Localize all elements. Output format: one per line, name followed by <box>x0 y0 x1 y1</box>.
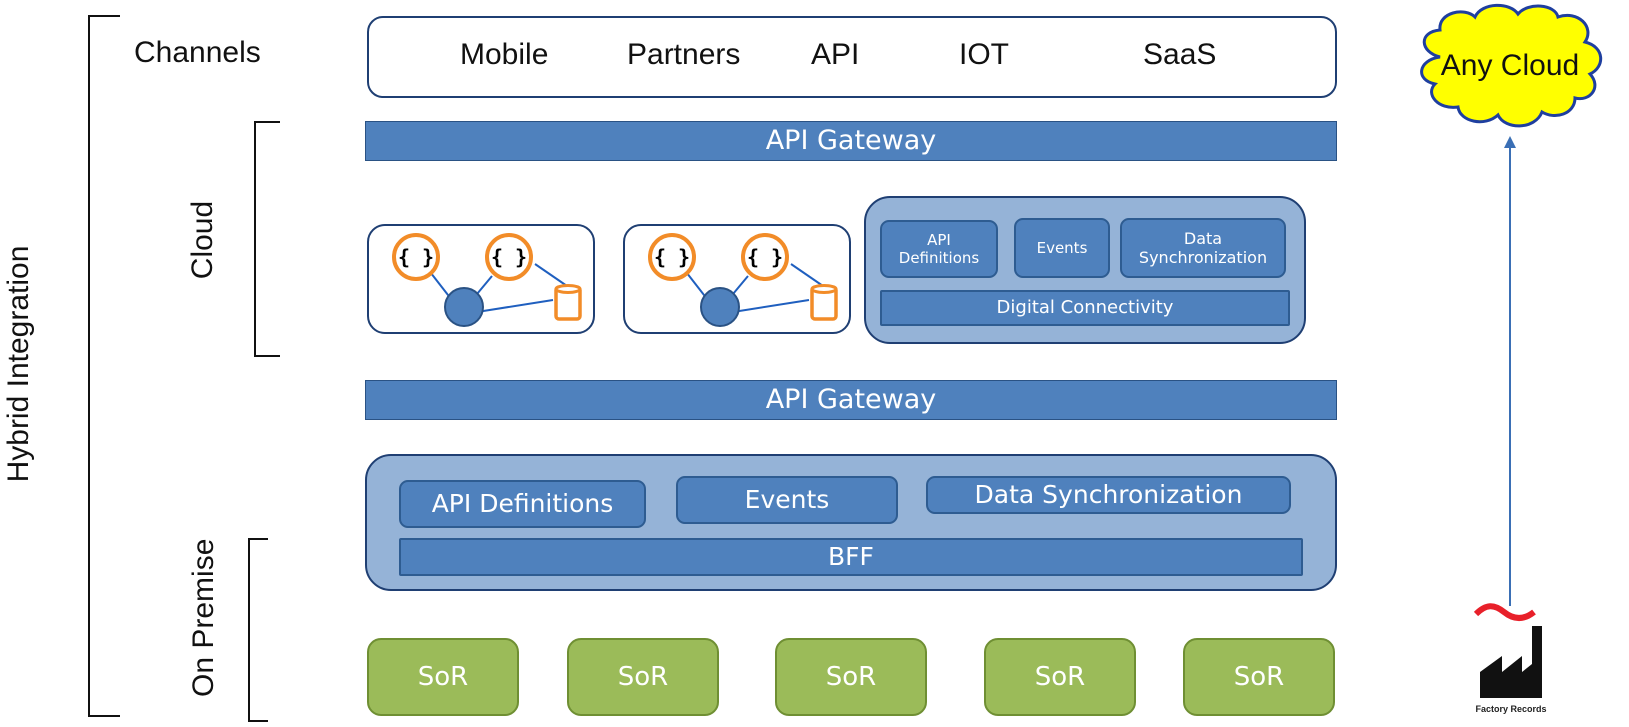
bff-panel: API Definitions Events Data Synchronizat… <box>365 454 1337 591</box>
any-cloud-label: Any Cloud <box>1441 49 1579 82</box>
tile-data-synchronization-label: Data Synchronization <box>974 480 1243 509</box>
code-node-label: { } <box>398 245 434 269</box>
upload-arrow <box>1504 136 1516 606</box>
sor-box-1: SoR <box>367 638 519 716</box>
channel-partners: Partners <box>627 38 741 71</box>
channel-iot: IOT <box>959 38 1009 71</box>
sor-box-2: SoR <box>567 638 719 716</box>
api-gateway-onprem-label: API Gateway <box>765 384 937 415</box>
cloud-bracket <box>254 121 280 357</box>
tile-api-definitions-cloud: API Definitions <box>880 220 998 278</box>
code-node-label: { } <box>654 245 690 269</box>
sor-box-5: SoR <box>1183 638 1335 716</box>
channel-mobile: Mobile <box>460 38 549 71</box>
any-cloud-icon: Any Cloud <box>1420 3 1603 128</box>
on-premise-label: On Premise <box>187 538 220 697</box>
database-icon <box>554 284 582 321</box>
sor-label: SoR <box>417 662 469 692</box>
factory-icon: Factory Records <box>1473 603 1547 714</box>
sor-label: SoR <box>1233 662 1285 692</box>
digital-connectivity-panel: API Definitions Events Data Synchronizat… <box>864 196 1306 344</box>
tile-events-label: Events <box>744 485 830 514</box>
tile-events-cloud-label: Events <box>1036 239 1088 257</box>
service-node-icon <box>700 287 740 327</box>
database-icon <box>810 284 838 321</box>
bff-bar: BFF <box>399 538 1303 576</box>
tile-data-sync-cloud: Data Synchronization <box>1120 218 1286 278</box>
microservice-graph-1: { } { } <box>392 233 582 327</box>
factory-caption: Factory Records <box>1475 704 1546 714</box>
tile-api-definitions-cloud-label: API Definitions <box>898 231 980 267</box>
code-node-label: { } <box>747 245 783 269</box>
tile-api-definitions: API Definitions <box>399 480 646 528</box>
channels-box: Mobile Partners API IOT SaaS <box>367 16 1337 98</box>
hybrid-integration-bracket <box>88 15 120 717</box>
tile-data-sync-cloud-label: Data Synchronization <box>1138 228 1268 267</box>
bff-label: BFF <box>828 542 874 571</box>
channel-api: API <box>811 38 860 71</box>
tile-events-cloud: Events <box>1014 218 1110 278</box>
service-node-icon <box>444 287 484 327</box>
sor-box-4: SoR <box>984 638 1136 716</box>
api-gateway-onprem: API Gateway <box>365 380 1337 420</box>
code-node-label: { } <box>491 245 527 269</box>
on-premise-bracket <box>248 538 268 722</box>
channel-saas: SaaS <box>1143 38 1217 71</box>
microservice-group-1: { } { } <box>367 224 595 334</box>
sor-label: SoR <box>617 662 669 692</box>
sor-label: SoR <box>1034 662 1086 692</box>
tile-events: Events <box>676 476 898 524</box>
tile-data-synchronization: Data Synchronization <box>926 476 1291 514</box>
hybrid-integration-label: Hybrid Integration <box>2 245 35 483</box>
channels-label: Channels <box>134 36 261 69</box>
microservice-group-2: { } { } <box>623 224 851 334</box>
tile-api-definitions-label: API Definitions <box>431 489 614 518</box>
digital-connectivity-bar: Digital Connectivity <box>880 290 1290 326</box>
cloud-label: Cloud <box>186 200 219 280</box>
api-gateway-cloud: API Gateway <box>365 121 1337 161</box>
sor-label: SoR <box>825 662 877 692</box>
sor-box-3: SoR <box>775 638 927 716</box>
microservice-graph-2: { } { } <box>648 233 838 327</box>
digital-connectivity-label: Digital Connectivity <box>996 297 1174 319</box>
api-gateway-cloud-label: API Gateway <box>765 125 937 156</box>
